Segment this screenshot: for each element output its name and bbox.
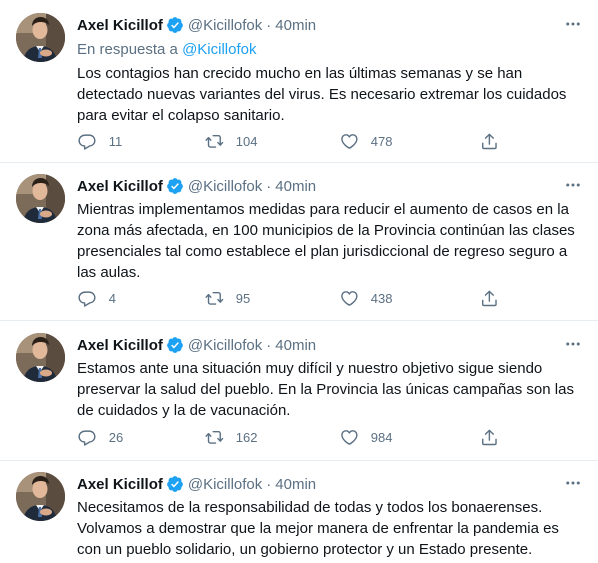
tweet-actions: 26 162 984 bbox=[70, 428, 530, 450]
like-button[interactable]: 478 bbox=[340, 132, 392, 151]
retweet-icon bbox=[205, 428, 224, 447]
tweet-text: Mientras implementamos medidas para redu… bbox=[77, 201, 575, 281]
reply-button[interactable]: 26 bbox=[78, 428, 123, 447]
like-button[interactable]: 438 bbox=[340, 289, 392, 308]
more-options-icon[interactable] bbox=[564, 176, 582, 194]
retweet-icon bbox=[205, 132, 224, 151]
timestamp[interactable]: 40min bbox=[275, 337, 316, 354]
avatar[interactable] bbox=[16, 472, 65, 521]
avatar[interactable] bbox=[16, 174, 65, 223]
more-options-icon[interactable] bbox=[564, 15, 582, 33]
more-options-icon[interactable] bbox=[564, 335, 582, 353]
verified-badge-icon bbox=[166, 336, 184, 354]
timestamp[interactable]: 40min bbox=[275, 178, 316, 195]
tweet-actions: 4 95 438 bbox=[70, 289, 530, 311]
timestamp[interactable]: 40min bbox=[275, 476, 316, 493]
like-icon bbox=[340, 132, 359, 151]
reply-count: 4 bbox=[108, 290, 116, 306]
retweet-button[interactable]: 104 bbox=[205, 132, 257, 151]
more-options-icon[interactable] bbox=[564, 474, 582, 492]
share-icon bbox=[480, 428, 499, 447]
timestamp[interactable]: 40min bbox=[275, 17, 316, 34]
separator: · bbox=[266, 177, 272, 195]
reply-label: En respuesta a bbox=[77, 41, 178, 58]
retweet-count: 95 bbox=[235, 290, 251, 306]
reply-button[interactable]: 11 bbox=[78, 132, 122, 151]
author-handle[interactable]: @Kicillofok bbox=[188, 17, 262, 34]
verified-badge-icon bbox=[166, 16, 184, 34]
reply-icon bbox=[78, 132, 97, 151]
tweet-text: Estamos ante una situación muy difícil y… bbox=[77, 360, 574, 419]
tweet-header: Axel Kicillof @Kicillofok · 40min bbox=[77, 176, 316, 196]
avatar[interactable] bbox=[16, 13, 65, 62]
tweet-divider bbox=[0, 460, 598, 461]
separator: · bbox=[266, 475, 272, 493]
reply-count: 11 bbox=[108, 133, 123, 149]
verified-badge-icon bbox=[166, 177, 184, 195]
author-name[interactable]: Axel Kicillof bbox=[77, 178, 163, 195]
like-icon bbox=[340, 428, 359, 447]
like-button[interactable]: 984 bbox=[340, 428, 392, 447]
share-button[interactable] bbox=[480, 289, 499, 308]
tweet-header: Axel Kicillof @Kicillofok · 40min bbox=[77, 335, 316, 355]
author-handle[interactable]: @Kicillofok bbox=[188, 337, 262, 354]
author-name[interactable]: Axel Kicillof bbox=[77, 476, 163, 493]
reply-handle-link[interactable]: @Kicillofok bbox=[182, 41, 256, 58]
author-handle[interactable]: @Kicillofok bbox=[188, 476, 262, 493]
retweet-button[interactable]: 162 bbox=[205, 428, 257, 447]
tweet-header: Axel Kicillof @Kicillofok · 40min bbox=[77, 474, 316, 494]
like-count: 438 bbox=[370, 290, 393, 306]
tweet-actions: 11 104 478 bbox=[70, 132, 530, 154]
retweet-count: 104 bbox=[235, 133, 258, 149]
tweet-text: Necesitamos de la responsabilidad de tod… bbox=[77, 499, 559, 558]
author-name[interactable]: Axel Kicillof bbox=[77, 337, 163, 354]
retweet-icon bbox=[205, 289, 224, 308]
share-button[interactable] bbox=[480, 428, 499, 447]
tweet-divider bbox=[0, 320, 598, 321]
author-handle[interactable]: @Kicillofok bbox=[188, 178, 262, 195]
share-icon bbox=[480, 132, 499, 151]
tweet-header: Axel Kicillof @Kicillofok · 40min bbox=[77, 15, 316, 35]
verified-badge-icon bbox=[166, 475, 184, 493]
retweet-button[interactable]: 95 bbox=[205, 289, 250, 308]
reply-button[interactable]: 4 bbox=[78, 289, 116, 308]
reply-count: 26 bbox=[108, 429, 124, 445]
separator: · bbox=[266, 336, 272, 354]
retweet-count: 162 bbox=[235, 429, 258, 445]
reply-icon bbox=[78, 289, 97, 308]
like-count: 478 bbox=[370, 133, 393, 149]
tweet-divider bbox=[0, 162, 598, 163]
share-button[interactable] bbox=[480, 132, 499, 151]
share-icon bbox=[480, 289, 499, 308]
separator: · bbox=[266, 16, 272, 34]
author-name[interactable]: Axel Kicillof bbox=[77, 17, 163, 34]
like-count: 984 bbox=[370, 429, 393, 445]
reply-icon bbox=[78, 428, 97, 447]
reply-context: En respuesta a @Kicillofok bbox=[77, 41, 257, 58]
avatar[interactable] bbox=[16, 333, 65, 382]
like-icon bbox=[340, 289, 359, 308]
tweet-text: Los contagios han crecido mucho en las ú… bbox=[77, 65, 567, 124]
